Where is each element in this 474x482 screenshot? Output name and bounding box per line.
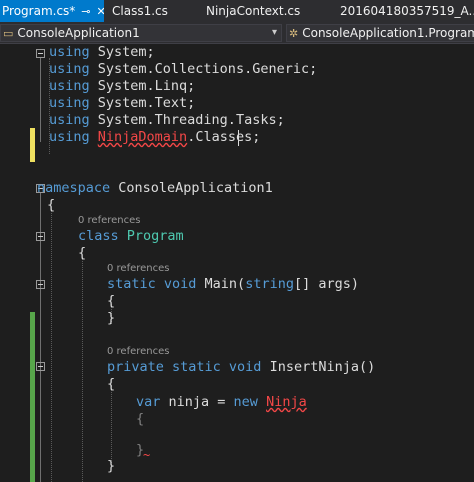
code-line: private static void InsertNinja() xyxy=(107,359,375,376)
code-keyword: static void xyxy=(107,276,197,292)
code-text: { xyxy=(47,197,56,213)
code-line: namespace ConsoleApplication1 xyxy=(37,180,273,197)
class-dropdown-value: ConsoleApplication1.Program xyxy=(302,26,474,40)
code-text: InsertNinja() xyxy=(261,359,376,375)
code-keyword: namespace xyxy=(37,180,111,196)
tab-migration[interactable]: 201604180357519_A...irthe xyxy=(336,0,474,22)
navigation-bar: ▭ ConsoleApplication1 ▾ ✲ ConsoleApplicati… xyxy=(0,22,474,44)
close-icon[interactable]: ✕ xyxy=(97,5,104,18)
code-line: { xyxy=(107,293,115,310)
document-tab-bar: Program.cs* ⊸ ✕ Class1.cs NinjaContext.cs … xyxy=(0,0,474,22)
saved-change-marker xyxy=(30,312,35,482)
codelens-references[interactable]: 0 references xyxy=(107,263,170,274)
code-line: class Program xyxy=(78,228,184,245)
code-text: { xyxy=(78,245,87,261)
tab-label: NinjaContext.cs xyxy=(206,4,301,18)
code-keyword: class xyxy=(78,228,119,244)
tab-ninjacontext-cs[interactable]: NinjaContext.cs xyxy=(200,0,328,22)
code-line: using System.Linq; xyxy=(49,78,195,95)
indent-guide xyxy=(111,385,112,465)
codelens-references[interactable]: 0 references xyxy=(107,346,170,357)
code-text: System.Text; xyxy=(89,95,196,111)
collapse-icon[interactable] xyxy=(36,49,45,58)
code-text: ConsoleApplication1 xyxy=(110,180,273,196)
code-keyword: using xyxy=(49,78,90,94)
code-line: using System.Threading.Tasks; xyxy=(49,112,285,129)
code-text: System; xyxy=(89,44,155,60)
error-identifier[interactable]: NinjaDomain xyxy=(98,129,187,145)
code-text: [] args) xyxy=(293,276,359,292)
csharp-project-icon: ▭ xyxy=(3,27,14,40)
tab-label: Class1.cs xyxy=(112,4,168,18)
code-line: var ninja = new Ninja xyxy=(136,394,307,411)
tab-program-cs[interactable]: Program.cs* ⊸ ✕ xyxy=(0,0,104,22)
tab-class1-cs[interactable]: Class1.cs xyxy=(108,0,200,22)
indent-guide xyxy=(51,209,52,482)
tab-label: Program.cs* xyxy=(2,4,76,18)
class-icon: ✲ xyxy=(289,27,299,40)
project-dropdown[interactable]: ▭ ConsoleApplication1 ▾ xyxy=(0,24,282,42)
code-text: } xyxy=(107,458,116,474)
editor-margin xyxy=(0,44,30,482)
code-text: .Classes; xyxy=(187,129,261,145)
class-dropdown[interactable]: ✲ ConsoleApplication1.Program xyxy=(286,24,474,42)
code-text: { xyxy=(107,376,116,392)
collapse-icon[interactable] xyxy=(36,362,45,371)
code-keyword: var xyxy=(136,394,161,410)
code-keyword: using xyxy=(49,95,90,111)
chevron-down-icon[interactable]: ▾ xyxy=(272,25,277,41)
code-text: ninja = xyxy=(160,394,234,410)
code-text: System.Collections.Generic; xyxy=(89,61,318,77)
code-line: { xyxy=(107,376,115,393)
code-keyword: string xyxy=(245,276,294,292)
code-text: } xyxy=(107,310,116,326)
code-text: { xyxy=(107,293,116,309)
code-line: } xyxy=(107,310,115,327)
code-line: using System.Collections.Generic; xyxy=(49,61,317,78)
collapse-icon[interactable] xyxy=(36,280,45,289)
code-text: System.Linq; xyxy=(89,78,196,94)
code-line: using System; xyxy=(49,44,155,61)
code-keyword: using xyxy=(49,44,90,60)
codelens-references[interactable]: 0 references xyxy=(78,215,141,226)
code-line: } xyxy=(107,458,115,475)
code-line: using NinjaDomain.Classes; xyxy=(49,129,260,146)
code-line: static void Main(string[] args) xyxy=(107,276,359,293)
code-line: { xyxy=(47,197,55,214)
tab-label: 201604180357519_A...irthe xyxy=(340,4,474,18)
error-squiggle: ~ xyxy=(143,448,151,462)
code-text: { xyxy=(136,411,145,427)
code-editor[interactable]: using System; using System.Collections.G… xyxy=(0,44,474,482)
outline-line xyxy=(40,58,41,142)
pin-icon[interactable]: ⊸ xyxy=(81,5,90,18)
code-line: using System.Text; xyxy=(49,95,195,112)
code-text: Main( xyxy=(196,276,246,292)
text-caret xyxy=(238,130,239,146)
code-keyword: new xyxy=(233,394,258,410)
code-type: Program xyxy=(126,228,184,244)
code-keyword: using xyxy=(49,129,90,145)
code-line: { xyxy=(78,245,86,262)
code-keyword: using xyxy=(49,112,90,128)
unsaved-change-marker xyxy=(30,128,35,162)
code-line: { xyxy=(136,411,144,428)
project-dropdown-value: ConsoleApplication1 xyxy=(17,26,140,40)
code-keyword: using xyxy=(49,61,90,77)
indent-guide xyxy=(82,257,83,482)
collapse-icon[interactable] xyxy=(36,232,45,241)
error-identifier[interactable]: Ninja xyxy=(266,394,307,410)
code-text: System.Threading.Tasks; xyxy=(89,112,285,128)
code-keyword: private static void xyxy=(107,359,262,375)
